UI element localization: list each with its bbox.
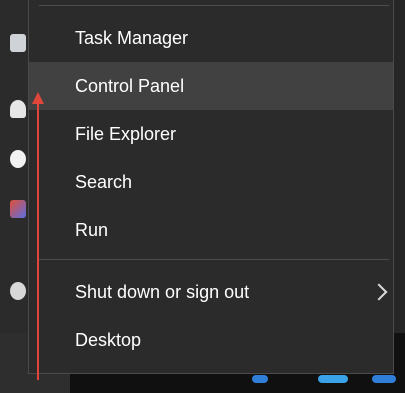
screen: Task Manager Control Panel File Explorer… [0, 0, 405, 393]
menu-item-shut-down-or-sign-out[interactable]: Shut down or sign out [29, 268, 393, 316]
menu-separator [39, 259, 389, 260]
annotation-arrow-head [32, 92, 44, 104]
desktop-app-icon[interactable] [10, 282, 26, 300]
menu-item-task-manager[interactable]: Task Manager [29, 14, 393, 62]
desktop-app-icon[interactable] [10, 100, 26, 118]
menu-item-label: Task Manager [75, 27, 189, 48]
menu-item-label: Desktop [75, 329, 142, 350]
annotation-arrow-icon [32, 92, 44, 380]
taskbar-app-icon[interactable] [372, 375, 396, 383]
desktop-app-icon[interactable] [10, 34, 26, 52]
desktop-app-icon[interactable] [10, 200, 26, 218]
taskbar-app-icon[interactable] [252, 375, 268, 383]
menu-item-label: Shut down or sign out [75, 281, 250, 302]
taskbar-app-icon[interactable] [318, 375, 348, 383]
desktop-app-icon[interactable] [10, 150, 26, 168]
menu-separator [39, 5, 389, 6]
menu-item-run[interactable]: Run [29, 206, 393, 254]
menu-item-search[interactable]: Search [29, 158, 393, 206]
menu-item-label: Control Panel [75, 75, 185, 96]
menu-item-label: Run [75, 219, 109, 240]
menu-item-desktop[interactable]: Desktop [29, 316, 393, 364]
menu-item-label: File Explorer [75, 123, 177, 144]
menu-item-control-panel[interactable]: Control Panel [29, 62, 393, 110]
menu-item-label: Search [75, 171, 133, 192]
power-user-menu: Task Manager Control Panel File Explorer… [28, 0, 394, 374]
menu-item-file-explorer[interactable]: File Explorer [29, 110, 393, 158]
chevron-right-icon [370, 283, 388, 301]
